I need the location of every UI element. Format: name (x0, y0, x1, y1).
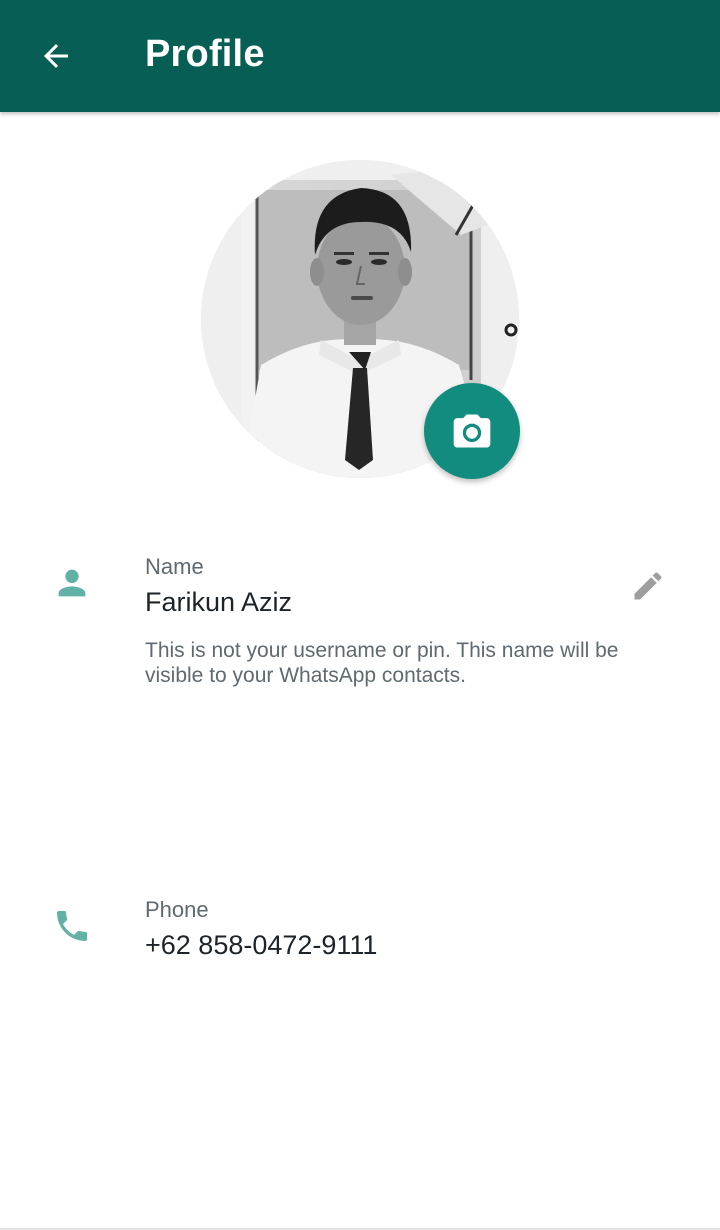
edit-name-button[interactable] (624, 562, 672, 610)
pencil-icon (634, 572, 662, 600)
phone-icon (52, 906, 92, 946)
avatar-container (201, 160, 521, 480)
page-title: Profile (145, 33, 265, 75)
app-bar: Profile (0, 0, 720, 112)
camera-icon (453, 414, 491, 448)
change-photo-button[interactable] (424, 383, 520, 479)
person-icon (52, 563, 92, 603)
phone-label: Phone (145, 897, 209, 922)
name-label: Name (145, 554, 204, 579)
name-hint: This is not your username or pin. This n… (145, 639, 619, 687)
phone-value: +62 858-0472-9111 (145, 930, 378, 960)
back-button[interactable] (30, 30, 82, 82)
arrow-back-icon (44, 44, 68, 68)
name-value: Farikun Aziz (145, 587, 293, 617)
